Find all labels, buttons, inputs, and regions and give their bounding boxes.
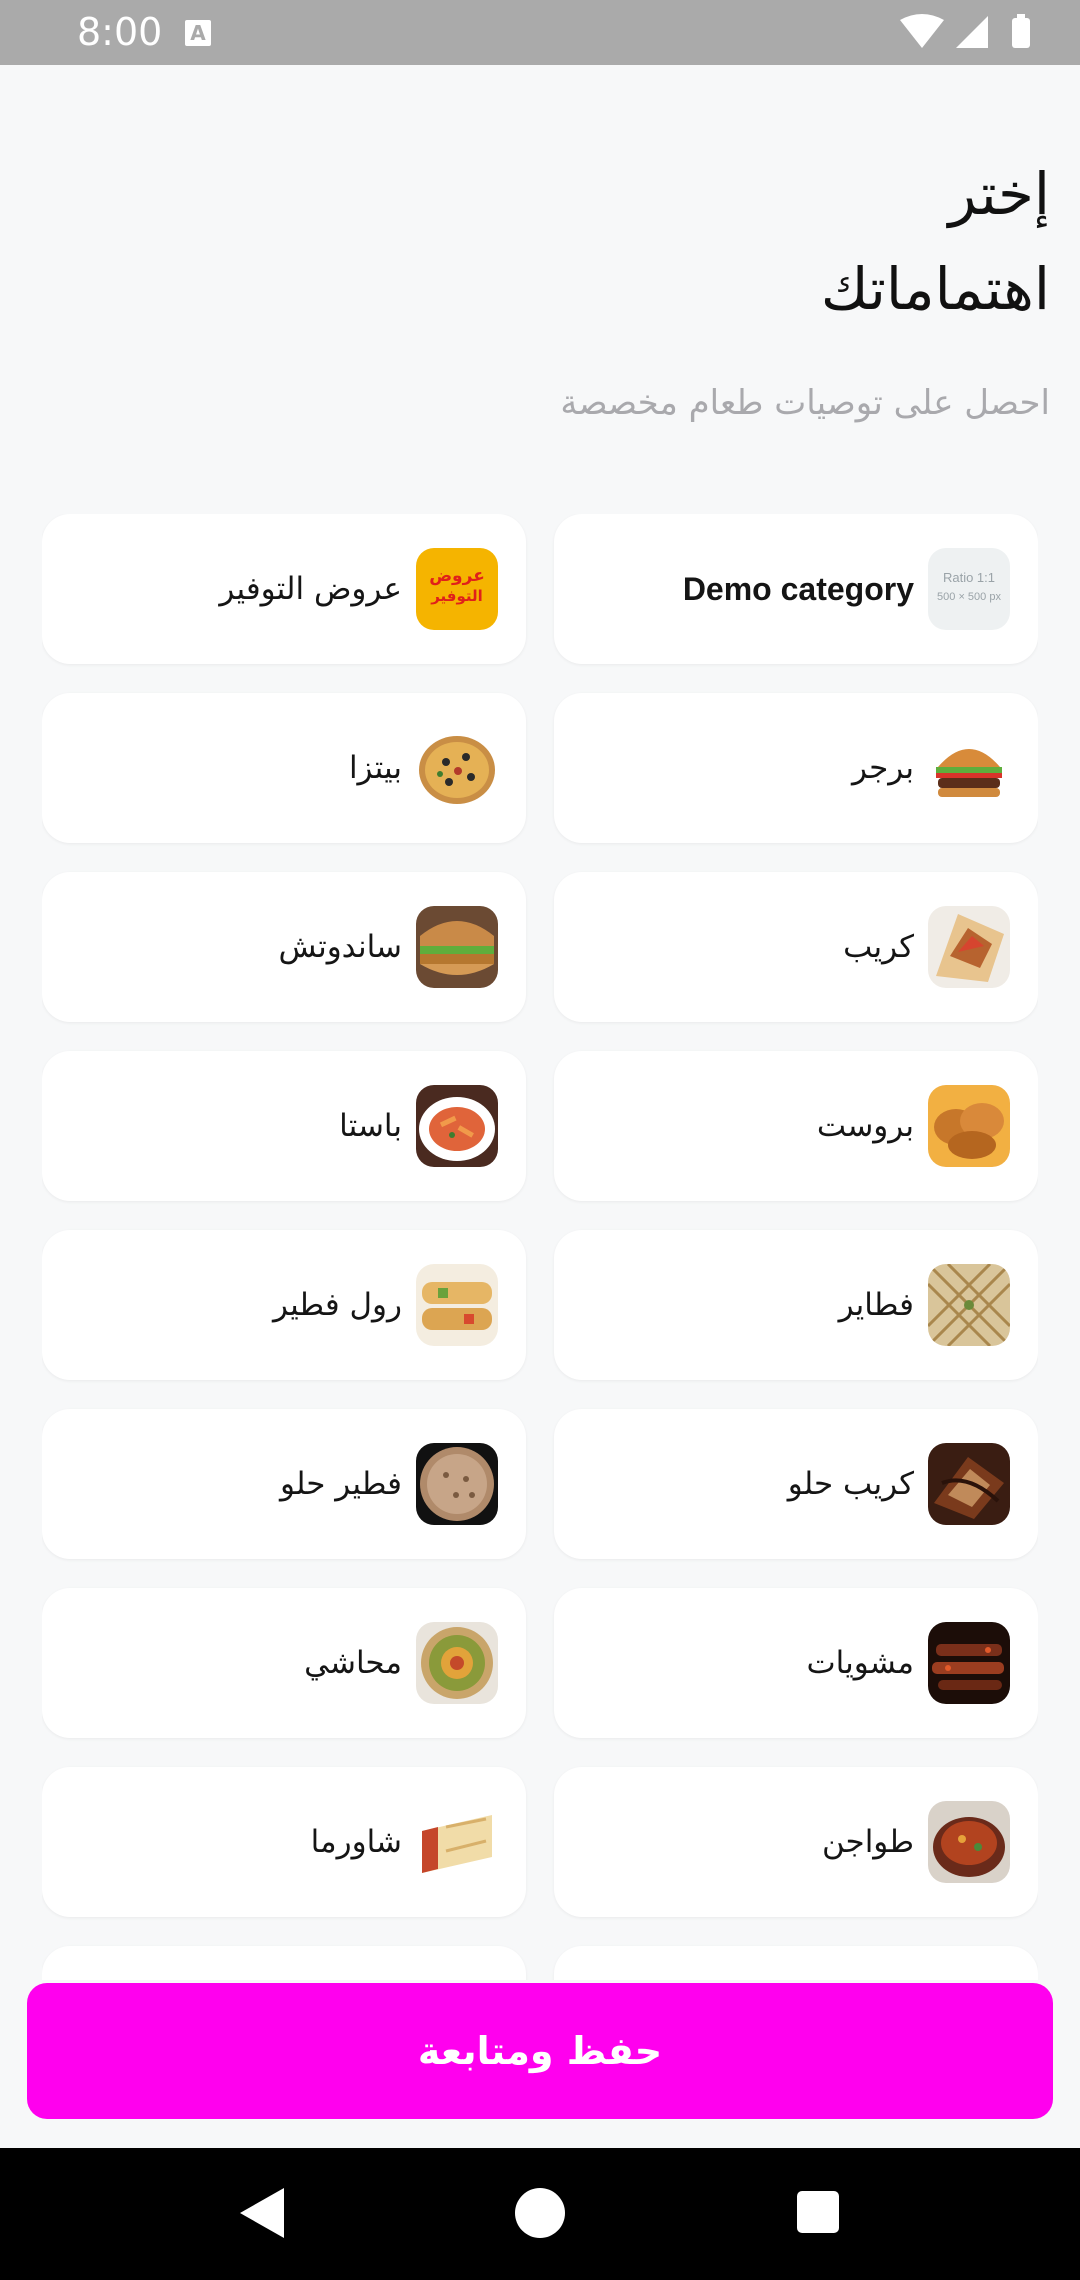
save-continue-button[interactable]: حفظ ومتابعة [27, 1983, 1053, 2119]
category-label: شاورما [310, 1824, 402, 1860]
category-grid: Ratio 1:1 500 × 500 px Demo category عرو… [42, 514, 1038, 1980]
category-card-shawarma[interactable]: شاورما [42, 1767, 526, 1917]
category-card-broast[interactable]: بروست [554, 1051, 1038, 1201]
category-label: رول فطير [272, 1287, 402, 1323]
thumb-text-size: 500 × 500 px [937, 591, 1001, 603]
category-label: مشويات [806, 1645, 914, 1681]
burger-icon [928, 727, 1010, 809]
status-bar: 8:00 A [0, 0, 1080, 65]
sweet-crepe-icon [928, 1443, 1010, 1525]
offers-logo-icon: عروض التوفير [416, 548, 498, 630]
placeholder-image-icon: Ratio 1:1 500 × 500 px [928, 548, 1010, 630]
category-card-pies[interactable]: فطاير [554, 1230, 1038, 1380]
page-title-line2: اهتماماتك [820, 255, 1050, 323]
category-label: محاشي [304, 1645, 402, 1681]
broast-icon [928, 1085, 1010, 1167]
category-label: Demo category [682, 570, 914, 607]
notification-icon: A [185, 20, 211, 46]
category-label: كريب [843, 929, 914, 965]
category-card-pasta[interactable]: باستا [42, 1051, 526, 1201]
home-icon[interactable] [515, 2188, 565, 2238]
logo-text-2: التوفير [431, 587, 483, 605]
tagine-icon [928, 1801, 1010, 1883]
category-card-pie-roll[interactable]: رول فطير [42, 1230, 526, 1380]
crepe-icon [928, 906, 1010, 988]
navigation-bar [0, 2148, 1080, 2280]
sweet-pie-icon [416, 1443, 498, 1525]
battery-icon [1012, 18, 1030, 48]
shawarma-icon [416, 1801, 498, 1883]
category-card-sweet-crepe[interactable]: كريب حلو [554, 1409, 1038, 1559]
category-label: ساندوتش [278, 929, 402, 965]
category-label: طواجن [821, 1824, 914, 1860]
pies-icon [928, 1264, 1010, 1346]
category-card[interactable] [554, 1946, 1038, 1980]
category-card-crepe[interactable]: كريب [554, 872, 1038, 1022]
category-label: برجر [852, 750, 914, 786]
wifi-icon [900, 14, 944, 48]
category-label: بروست [816, 1108, 914, 1144]
page-subtitle: احصل على توصيات طعام مخصصة [560, 383, 1050, 423]
category-card-sandwich[interactable]: ساندوتش [42, 872, 526, 1022]
category-card[interactable] [42, 1946, 526, 1980]
category-card-grills[interactable]: مشويات [554, 1588, 1038, 1738]
category-label: فطير حلو [279, 1466, 402, 1502]
grills-icon [928, 1622, 1010, 1704]
status-icons [900, 14, 1040, 52]
category-card-sweet-pie[interactable]: فطير حلو [42, 1409, 526, 1559]
logo-text-1: عروض [429, 566, 485, 586]
thumb-text-ratio: Ratio 1:1 [942, 570, 996, 585]
category-card-tagine[interactable]: طواجن [554, 1767, 1038, 1917]
stuffed-vegetables-icon [416, 1622, 498, 1704]
page-title: إختر [948, 160, 1050, 228]
category-label: باستا [339, 1108, 402, 1144]
pie-roll-icon [416, 1264, 498, 1346]
category-card-offers[interactable]: عروض التوفير عروض التوفير [42, 514, 526, 664]
sandwich-icon [416, 906, 498, 988]
category-card-pizza[interactable]: بيتزا [42, 693, 526, 843]
signal-icon [956, 16, 988, 48]
category-label: بيتزا [348, 750, 402, 786]
back-icon[interactable] [240, 2188, 284, 2238]
category-label: فطاير [838, 1287, 914, 1323]
status-time: 8:00 [77, 10, 163, 54]
pizza-icon [416, 727, 498, 809]
category-card-burger[interactable]: برجر [554, 693, 1038, 843]
recent-apps-icon[interactable] [797, 2191, 839, 2233]
category-card-stuffed[interactable]: محاشي [42, 1588, 526, 1738]
category-card-demo[interactable]: Ratio 1:1 500 × 500 px Demo category [554, 514, 1038, 664]
category-label: عروض التوفير [219, 571, 402, 607]
category-label: كريب حلو [787, 1466, 914, 1502]
pasta-icon [416, 1085, 498, 1167]
